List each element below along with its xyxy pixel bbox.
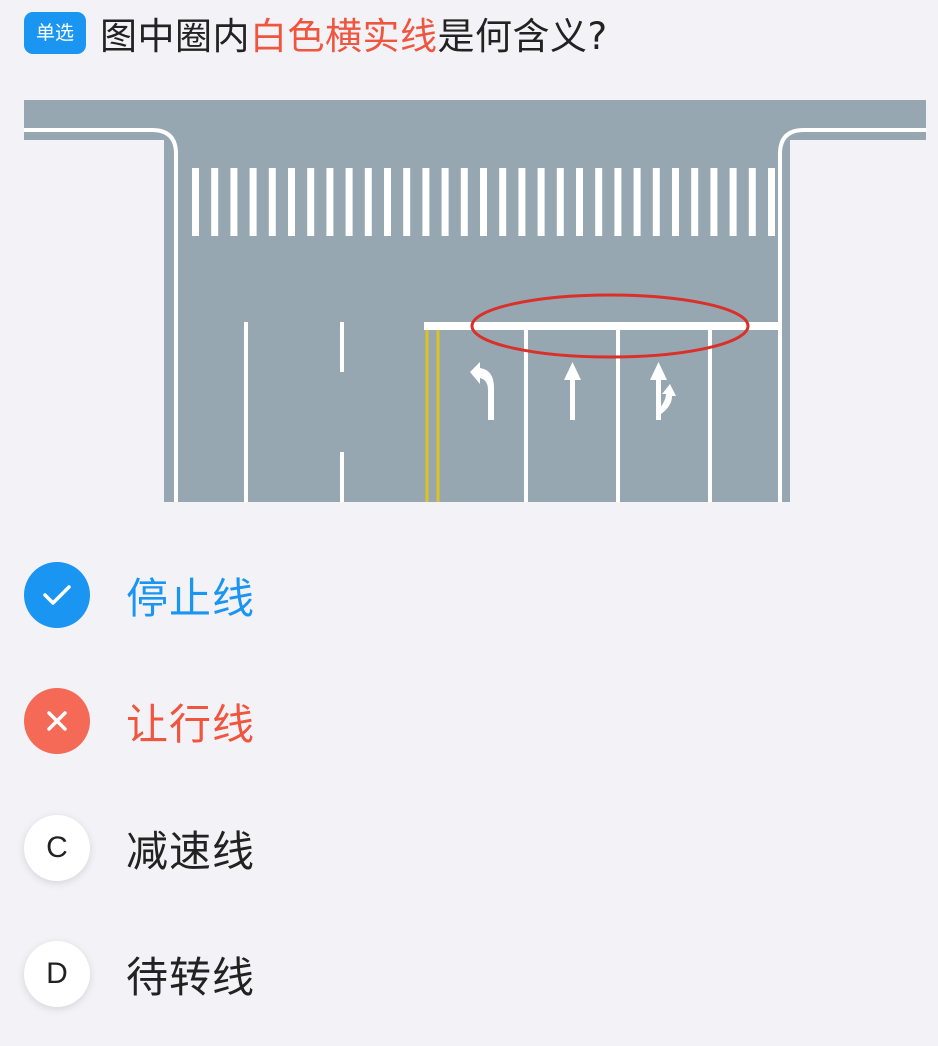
crosswalk-stripe (537, 168, 545, 236)
crosswalk-stripe (460, 168, 468, 236)
crosswalk-stripe (614, 168, 622, 236)
crosswalk-stripe (556, 168, 564, 236)
crosswalk-stripe (518, 168, 526, 236)
crosswalk-stripe (384, 168, 391, 236)
crosswalk-stripe (499, 168, 507, 236)
crosswalk-stripe (595, 168, 603, 236)
option-b[interactable]: 让行线 (24, 688, 255, 754)
crosswalk-stripe (672, 168, 679, 236)
option-d-label: 待转线 (126, 952, 256, 1002)
question-type-badge: 单选 (24, 12, 87, 54)
crosswalk-stripe (211, 168, 219, 236)
question-figure (24, 96, 926, 502)
crosswalk-stripe (691, 168, 699, 236)
crosswalk-stripe (307, 168, 315, 236)
question-header: 单选 图中圈内白色横实线是何含义? (24, 10, 608, 58)
road-intersection-diagram (24, 96, 926, 502)
crosswalk-stripe (710, 168, 718, 236)
option-c-letter: C (24, 815, 90, 881)
question-text-highlight: 白色横实线 (250, 15, 438, 58)
crosswalk-stripe (576, 168, 583, 236)
question-text: 图中圈内白色横实线是何含义? (100, 6, 608, 60)
option-a[interactable]: 停止线 (24, 562, 255, 628)
option-d[interactable]: D 待转线 (24, 941, 255, 1007)
crosswalk-stripe (768, 168, 775, 236)
crosswalk-stripe (748, 168, 756, 236)
question-text-start: 图中圈内 (100, 15, 251, 58)
crosswalk-stripe (633, 168, 641, 236)
crosswalk-stripe (345, 168, 353, 236)
option-c[interactable]: C 减速线 (24, 815, 255, 881)
option-c-label: 减速线 (126, 826, 256, 876)
crosswalk-stripe (326, 168, 334, 236)
option-a-label: 停止线 (126, 573, 256, 623)
crosswalk-stripe (268, 168, 276, 236)
option-b-label: 让行线 (126, 699, 256, 749)
cross-icon (24, 688, 90, 754)
crosswalk-stripe (192, 168, 199, 236)
crosswalk-stripe (403, 168, 411, 236)
option-d-letter: D (24, 941, 90, 1007)
crosswalk-stripe (480, 168, 487, 236)
check-icon (24, 562, 90, 628)
crosswalk-stripe (441, 168, 449, 236)
crosswalk-stripe (364, 168, 372, 236)
crosswalk-stripe (288, 168, 295, 236)
crosswalk-stripe (652, 168, 660, 236)
question-text-end: 是何含义? (437, 15, 608, 58)
crosswalk-stripe (729, 168, 737, 236)
crosswalk-stripe (230, 168, 238, 236)
crosswalk-stripe (422, 168, 430, 236)
crosswalk-stripe (249, 168, 257, 236)
